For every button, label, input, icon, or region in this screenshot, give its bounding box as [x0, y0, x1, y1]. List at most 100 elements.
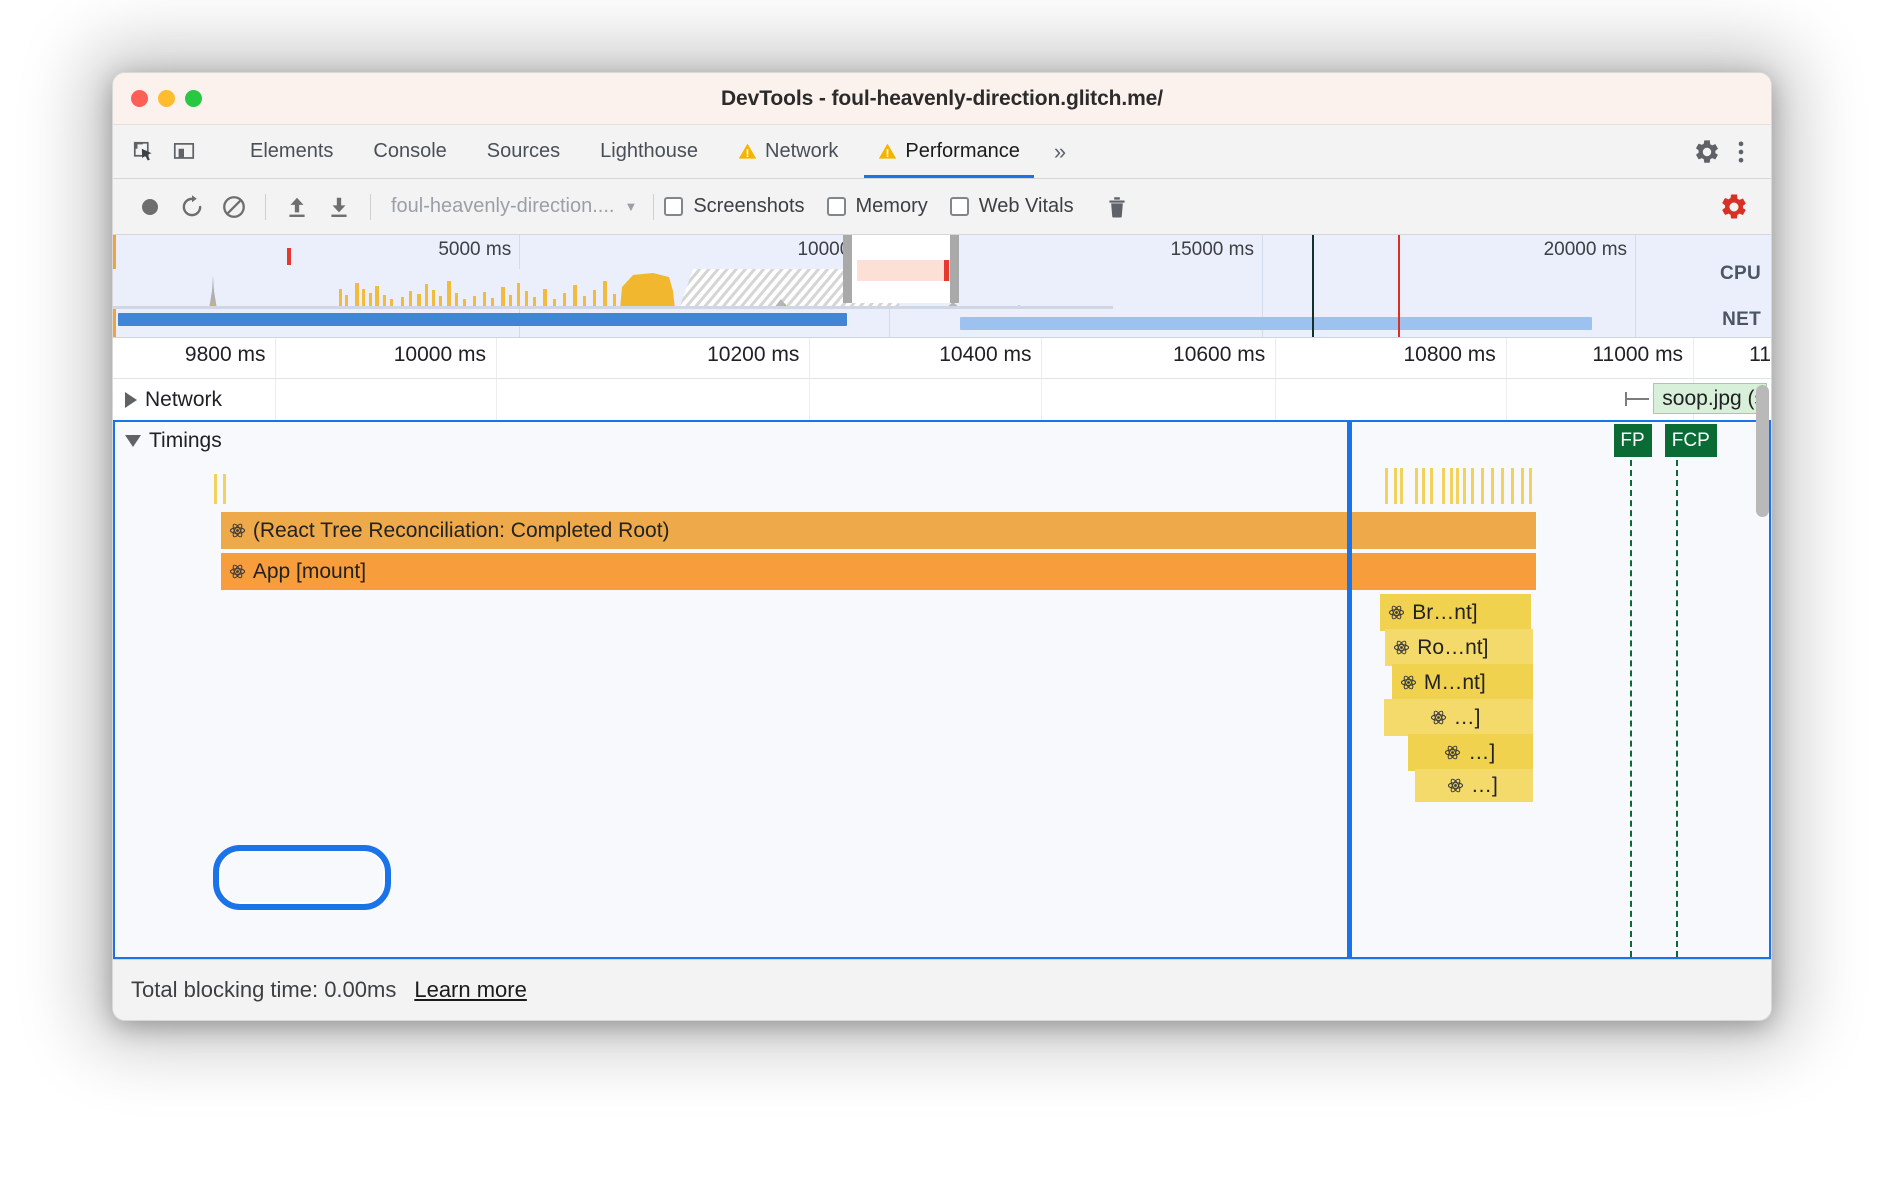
flame-bar[interactable]: M…nt] [1391, 664, 1535, 701]
network-track-header[interactable]: Network [113, 379, 1771, 420]
tabbar-right-icons [1682, 125, 1771, 178]
overview-tick-label: 5000 ms [438, 239, 512, 260]
network-request-chip[interactable]: soop.jpg (sto [1653, 383, 1767, 414]
reload-icon [182, 194, 202, 216]
ruler-tick-label: 9800 ms [184, 343, 266, 366]
atom-icon [229, 564, 245, 579]
ruler-gridline [809, 338, 811, 378]
timeline-playhead[interactable] [1347, 422, 1353, 957]
overview-tick-label: 15000 ms [1170, 239, 1254, 260]
save-profile-button[interactable] [318, 186, 360, 228]
flame-bar-label: Ro…nt] [1417, 635, 1489, 659]
screenshots-checkbox[interactable]: Screenshots [664, 195, 805, 218]
tab-performance[interactable]: Performance [858, 125, 1040, 178]
ruler-tick-label: 10400 ms [939, 343, 1032, 366]
flame-bar[interactable]: (React Tree Reconciliation: Completed Ro… [220, 512, 1538, 549]
overview-tick-label: 20000 ms [1543, 239, 1628, 260]
atom-icon [1394, 640, 1410, 655]
delete-recording-button[interactable] [1096, 186, 1138, 228]
trash-icon [1109, 196, 1125, 218]
learn-more-link[interactable]: Learn more [414, 977, 527, 1003]
tab-elements[interactable]: Elements [230, 125, 353, 178]
more-tabs-button[interactable]: » [1040, 125, 1080, 178]
reload-and-record-button[interactable] [171, 186, 213, 228]
flame-bar[interactable]: …] [1408, 734, 1535, 771]
clear-button[interactable] [213, 186, 255, 228]
marker-fp-label: FP [1620, 429, 1645, 451]
timeline-overview[interactable]: 5000 ms 10000 ms 15000 ms 20000 ms CPU N… [113, 235, 1771, 338]
no-entry-icon [223, 195, 245, 218]
ruler-gridline [275, 338, 277, 378]
checkbox-box-icon [664, 197, 684, 216]
chevron-down-icon: ▼ [624, 199, 638, 214]
tab-lighthouse[interactable]: Lighthouse [580, 125, 718, 178]
devtools-tabbar: Elements Console Sources Lighthouse Netw… [113, 125, 1771, 179]
flame-chart-area[interactable]: Network soop.jpg (sto FP FCP [113, 379, 1771, 959]
ruler-tick-label: 10800 ms [1403, 343, 1496, 366]
web-vitals-label: Web Vitals [978, 195, 1074, 217]
more-vertical-icon[interactable] [1727, 138, 1755, 166]
device-toolbar-icon[interactable] [171, 139, 197, 165]
tab-network[interactable]: Network [718, 125, 858, 178]
upload-arrow-icon [289, 197, 305, 217]
record-circle-icon [142, 198, 158, 215]
memory-label: Memory [855, 195, 928, 217]
window-title: DevTools - foul-heavenly-direction.glitc… [720, 86, 1163, 110]
flame-bar[interactable]: Ro…nt] [1385, 629, 1535, 666]
warning-triangle-icon [879, 143, 897, 159]
flame-bar[interactable]: App [mount] [220, 553, 1538, 590]
overview-selection-handle-right[interactable] [950, 235, 960, 303]
capture-settings-button[interactable] [1713, 186, 1755, 228]
flame-bar-label: M…nt] [1423, 670, 1486, 694]
ruler-gridline [495, 338, 497, 378]
marker-fp[interactable]: FP [1613, 424, 1652, 457]
load-profile-button[interactable] [276, 186, 318, 228]
marker-fcp[interactable]: FCP [1664, 424, 1717, 457]
target-selector-label: foul-heavenly-direction.... [391, 195, 615, 217]
more-tabs-label: » [1053, 138, 1067, 164]
atom-icon [1447, 778, 1464, 793]
flame-bar[interactable]: Br…nt] [1380, 594, 1533, 631]
warning-triangle-icon [738, 143, 757, 159]
toolbar-divider-1 [265, 193, 266, 220]
overview-event-line-red [1397, 235, 1400, 337]
overview-selection-handle-left[interactable] [842, 235, 852, 303]
ruler-tick-label: 11000 ms [1592, 343, 1684, 366]
vertical-scrollbar[interactable] [1756, 385, 1769, 517]
screenshot-root: DevTools - foul-heavenly-direction.glitc… [0, 0, 1884, 1178]
download-arrow-icon [331, 197, 347, 217]
toolbar-divider-2 [370, 193, 371, 220]
performance-toolbar: foul-heavenly-direction.... ▼ Screenshot… [113, 179, 1771, 235]
web-vitals-checkbox[interactable]: Web Vitals [949, 195, 1074, 218]
network-track-label: Network [145, 387, 223, 411]
tab-list: Elements Console Sources Lighthouse Netw… [230, 125, 1040, 178]
flame-bar[interactable]: …] [1415, 769, 1535, 802]
inspect-element-icon[interactable] [131, 139, 157, 165]
ruler-tick-label: 10600 ms [1173, 343, 1266, 366]
record-button[interactable] [129, 186, 171, 228]
status-bar: Total blocking time: 0.00ms Learn more [113, 959, 1771, 1020]
tab-sources[interactable]: Sources [467, 125, 580, 178]
overview-selection-band [857, 260, 957, 281]
checkbox-box-icon [826, 197, 846, 216]
memory-checkbox[interactable]: Memory [826, 195, 928, 218]
ruler-gridline [1275, 338, 1277, 378]
tab-console[interactable]: Console [353, 125, 466, 178]
net-track-label: NET [1722, 309, 1761, 330]
overview-gridline [1635, 235, 1637, 337]
track-network[interactable]: Network soop.jpg (sto [113, 379, 1771, 420]
ruler-tick-label: 10000 ms [393, 343, 486, 366]
chevron-right-icon [125, 391, 137, 408]
timings-track-label: Timings [149, 428, 222, 452]
target-selector[interactable]: foul-heavenly-direction.... ▼ [381, 195, 643, 218]
cpu-track-label: CPU [1719, 263, 1761, 284]
flame-bar-label: (React Tree Reconciliation: Completed Ro… [252, 518, 670, 542]
timings-track-header[interactable]: Timings [113, 420, 222, 461]
overview-error-marker [287, 248, 292, 265]
flame-bar[interactable]: …] [1383, 699, 1535, 736]
gear-icon[interactable] [1693, 138, 1721, 166]
tab-performance-label: Performance [905, 140, 1020, 162]
atom-icon [1445, 745, 1461, 760]
timings-focus-ring [213, 845, 391, 910]
marker-fcp-line [1676, 460, 1679, 957]
